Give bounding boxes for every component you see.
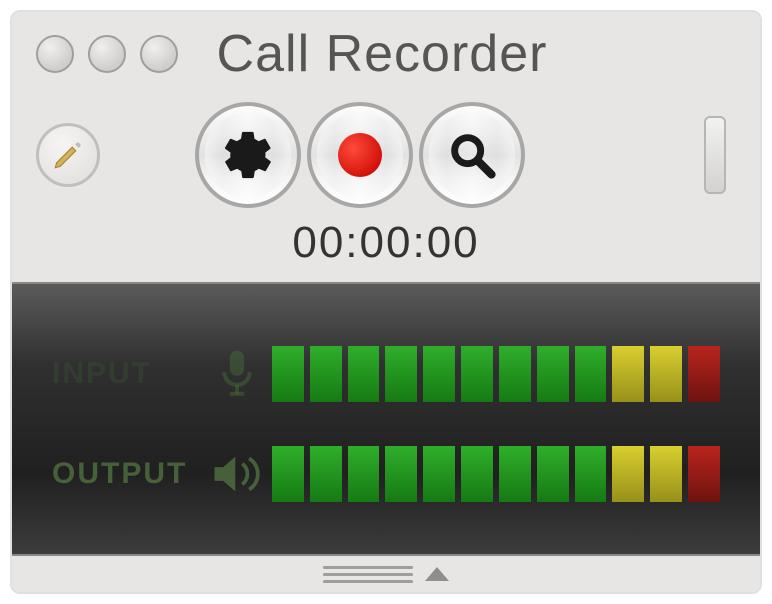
recording-timer: 00:00:00 — [12, 212, 760, 282]
meter-bar — [272, 346, 304, 402]
meter-bar — [650, 346, 682, 402]
microphone-icon — [202, 347, 272, 401]
pencil-icon — [51, 138, 85, 172]
level-indicator-pill[interactable] — [704, 116, 726, 194]
meter-bar — [348, 346, 380, 402]
meter-bar — [650, 446, 682, 502]
meter-bar — [499, 446, 531, 502]
gear-icon — [220, 127, 276, 183]
titlebar: Call Recorder — [12, 12, 760, 84]
window-title: Call Recorder — [178, 24, 586, 84]
expand-arrow-icon — [425, 567, 449, 581]
meter-bar — [348, 446, 380, 502]
input-meter-row: INPUT — [52, 339, 720, 409]
close-window-button[interactable] — [36, 35, 74, 73]
record-icon — [338, 133, 382, 177]
meter-bar — [310, 446, 342, 502]
meter-bar — [461, 446, 493, 502]
search-button[interactable] — [419, 102, 525, 208]
output-meter-row: OUTPUT — [52, 439, 720, 509]
meter-bar — [423, 446, 455, 502]
input-meter-bars — [272, 346, 720, 402]
meter-bar — [385, 446, 417, 502]
resize-handle-bar[interactable] — [12, 556, 760, 592]
controls-row — [12, 84, 760, 212]
meter-bar — [612, 446, 644, 502]
meter-bar — [688, 346, 720, 402]
output-meter-bars — [272, 446, 720, 502]
minimize-window-button[interactable] — [88, 35, 126, 73]
meter-bar — [423, 346, 455, 402]
meter-bar — [688, 446, 720, 502]
window-controls — [36, 35, 178, 73]
meter-bar — [537, 346, 569, 402]
zoom-window-button[interactable] — [140, 35, 178, 73]
meter-bar — [385, 346, 417, 402]
meter-bar — [612, 346, 644, 402]
call-recorder-window: Call Recorder — [10, 10, 762, 594]
meter-bar — [537, 446, 569, 502]
audio-meters-panel: INPUT OUTPUT — [12, 282, 760, 556]
meter-bar — [461, 346, 493, 402]
drag-grip-icon — [323, 566, 413, 583]
settings-button[interactable] — [195, 102, 301, 208]
input-label: INPUT — [52, 357, 202, 391]
meter-bar — [272, 446, 304, 502]
magnifier-icon — [446, 129, 498, 181]
meter-bar — [575, 446, 607, 502]
meter-bar — [499, 346, 531, 402]
meter-bar — [575, 346, 607, 402]
meter-bar — [310, 346, 342, 402]
output-label: OUTPUT — [52, 457, 202, 491]
main-button-group — [195, 102, 525, 208]
edit-button[interactable] — [36, 123, 100, 187]
record-button[interactable] — [307, 102, 413, 208]
speaker-icon — [202, 451, 272, 497]
